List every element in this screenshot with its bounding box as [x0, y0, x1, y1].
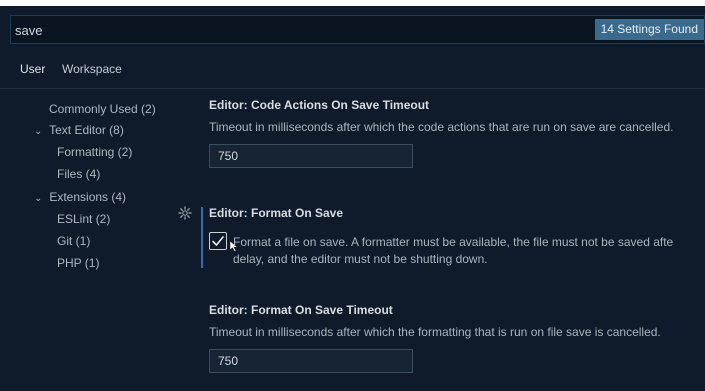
description-line: Format a file on save. A formatter must … [233, 235, 674, 249]
toc-item-label: PHP (1) [57, 256, 100, 270]
setting-description: Format a file on save. A formatter must … [233, 234, 673, 268]
toc-item-text-editor[interactable]: ⌄ Text Editor (8) [34, 123, 124, 137]
settings-search-bar: 14 Settings Found [10, 15, 705, 44]
format-on-save-checkbox[interactable] [209, 232, 227, 250]
setting-title: Editor: Format On Save Timeout [209, 303, 393, 317]
chevron-down-icon: ⌄ [34, 193, 43, 204]
focused-setting-indicator [201, 207, 203, 268]
code-actions-timeout-input[interactable] [209, 144, 413, 168]
setting-code-actions-on-save-timeout: Editor: Code Actions On Save Timeout Tim… [209, 98, 705, 168]
toc-item-formatting[interactable]: Formatting (2) [57, 145, 132, 159]
settings-search-input[interactable] [15, 20, 575, 40]
toc-item-extensions[interactable]: ⌄ Extensions (4) [34, 190, 126, 204]
setting-format-on-save: Editor: Format On Save Format a file on … [209, 206, 705, 268]
setting-description: Timeout in milliseconds after which the … [209, 325, 661, 339]
toc-item-files[interactable]: Files (4) [57, 167, 100, 181]
setting-title: Editor: Code Actions On Save Timeout [209, 98, 430, 112]
toc-item-label: Formatting (2) [57, 145, 133, 159]
format-on-save-timeout-input[interactable] [209, 349, 413, 373]
chevron-down-icon: ⌄ [34, 126, 43, 137]
settings-scope-tabs: User Workspace [0, 52, 705, 89]
toc-item-label: Text Editor (8) [49, 123, 124, 137]
toc-item-label: Commonly Used (2) [49, 102, 156, 116]
toc-item-label: Git (1) [57, 234, 91, 248]
checkmark-icon [212, 236, 224, 246]
toc-item-label: Extensions (4) [49, 190, 127, 204]
toc-item-label: ESLint (2) [57, 212, 111, 226]
toc-item-php[interactable]: PHP (1) [57, 256, 99, 270]
settings-editor: 14 Settings Found User Workspace Commonl… [0, 6, 705, 391]
results-count-badge: 14 Settings Found [594, 19, 704, 40]
setting-title: Editor: Format On Save [209, 206, 344, 220]
description-line: delay, and the editor must not be shutti… [233, 252, 488, 266]
toc-item-label: Files (4) [57, 167, 101, 181]
setting-format-on-save-timeout: Editor: Format On Save Timeout Timeout i… [209, 303, 705, 373]
toc-item-git[interactable]: Git (1) [57, 234, 90, 248]
setting-description: Timeout in milliseconds after which the … [209, 120, 674, 134]
tab-workspace[interactable]: Workspace [62, 62, 122, 76]
toc-item-eslint[interactable]: ESLint (2) [57, 212, 110, 226]
gear-icon[interactable] [178, 206, 192, 220]
tab-user[interactable]: User [20, 62, 45, 76]
toc-item-commonly-used[interactable]: Commonly Used (2) [49, 102, 156, 116]
